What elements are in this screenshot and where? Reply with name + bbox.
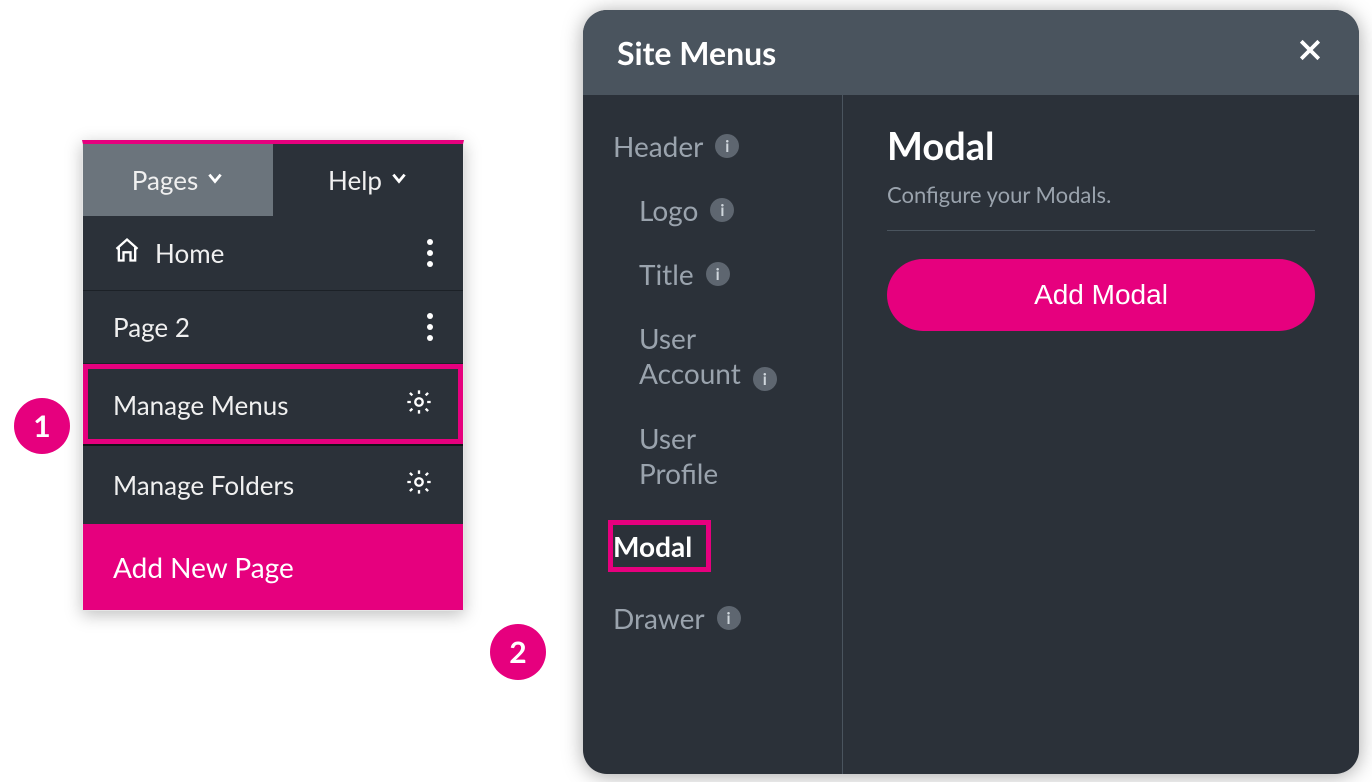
sidebar-item-logo[interactable]: Logo i (613, 183, 842, 237)
add-modal-label: Add Modal (1034, 279, 1168, 310)
main-heading: Modal (887, 123, 1315, 169)
info-icon[interactable]: i (715, 134, 739, 158)
more-icon[interactable] (427, 239, 433, 267)
sidebar-item-label: Logo (639, 193, 698, 227)
gear-icon (405, 388, 433, 422)
add-modal-button[interactable]: Add Modal (887, 259, 1315, 331)
divider (887, 230, 1315, 231)
info-icon[interactable]: i (717, 606, 741, 630)
page-row-label: Page 2 (113, 311, 190, 343)
manage-menus-label: Manage Menus (113, 389, 289, 421)
topbar: Pages Help (83, 144, 463, 216)
sidebar-item-label-line2: Account (639, 356, 741, 391)
page-row-label: Home (155, 237, 224, 269)
dialog-header: Site Menus (583, 10, 1359, 95)
sidebar-item-label: Header (613, 129, 703, 163)
page-list: Home Page 2 (83, 216, 463, 364)
callout-badge-2: 2 (490, 624, 546, 680)
site-menus-dialog: Site Menus Header i Logo i Title i User … (583, 10, 1359, 774)
sidebar-item-modal[interactable]: Modal (607, 525, 706, 567)
add-new-page-button[interactable]: Add New Page (83, 524, 463, 610)
sidebar-item-title[interactable]: Title i (613, 247, 842, 301)
info-icon[interactable]: i (706, 262, 730, 286)
dialog-sidebar: Header i Logo i Title i User Account i (583, 95, 843, 774)
sidebar-item-label-line2: Profile (639, 456, 718, 491)
add-new-page-label: Add New Page (113, 550, 294, 584)
callout-number: 2 (509, 634, 526, 670)
info-icon[interactable]: i (753, 367, 777, 391)
manage-menus-row[interactable]: Manage Menus (83, 364, 463, 444)
dialog-title: Site Menus (617, 33, 776, 72)
sidebar-item-label: Modal (613, 529, 692, 563)
close-icon[interactable] (1295, 32, 1325, 73)
callout-badge-1: 1 (14, 398, 70, 454)
tab-pages[interactable]: Pages (83, 144, 273, 216)
pages-dropdown-panel: Pages Help Home Page 2 (82, 140, 464, 611)
sidebar-item-user-profile[interactable]: User Profile (613, 411, 842, 501)
main-subtext: Configure your Modals. (887, 181, 1315, 208)
tab-help[interactable]: Help (273, 144, 463, 216)
callout-number: 1 (33, 408, 50, 444)
sidebar-item-user-account[interactable]: User Account i (613, 311, 842, 401)
sidebar-item-header[interactable]: Header i (613, 119, 842, 173)
sidebar-item-label-line1: User (639, 321, 741, 356)
page-row-page2[interactable]: Page 2 (83, 291, 463, 364)
dialog-main: Modal Configure your Modals. Add Modal (843, 95, 1359, 774)
tab-pages-label: Pages (132, 164, 198, 196)
manage-folders-row[interactable]: Manage Folders (83, 444, 463, 524)
sidebar-item-modal-highlight: Modal (613, 525, 706, 567)
home-icon (113, 236, 141, 270)
page-row-home[interactable]: Home (83, 216, 463, 291)
sidebar-item-label-line1: User (639, 421, 718, 456)
tab-help-label: Help (328, 164, 382, 196)
sidebar-item-label: Drawer (613, 601, 705, 635)
gear-icon (405, 468, 433, 502)
dialog-body: Header i Logo i Title i User Account i (583, 95, 1359, 774)
manage-folders-label: Manage Folders (113, 469, 294, 501)
sidebar-item-drawer[interactable]: Drawer i (613, 591, 842, 645)
chevron-down-icon (206, 169, 224, 191)
chevron-down-icon (390, 169, 408, 191)
sidebar-item-label: Title (639, 257, 694, 291)
more-icon[interactable] (427, 313, 433, 341)
info-icon[interactable]: i (710, 198, 734, 222)
